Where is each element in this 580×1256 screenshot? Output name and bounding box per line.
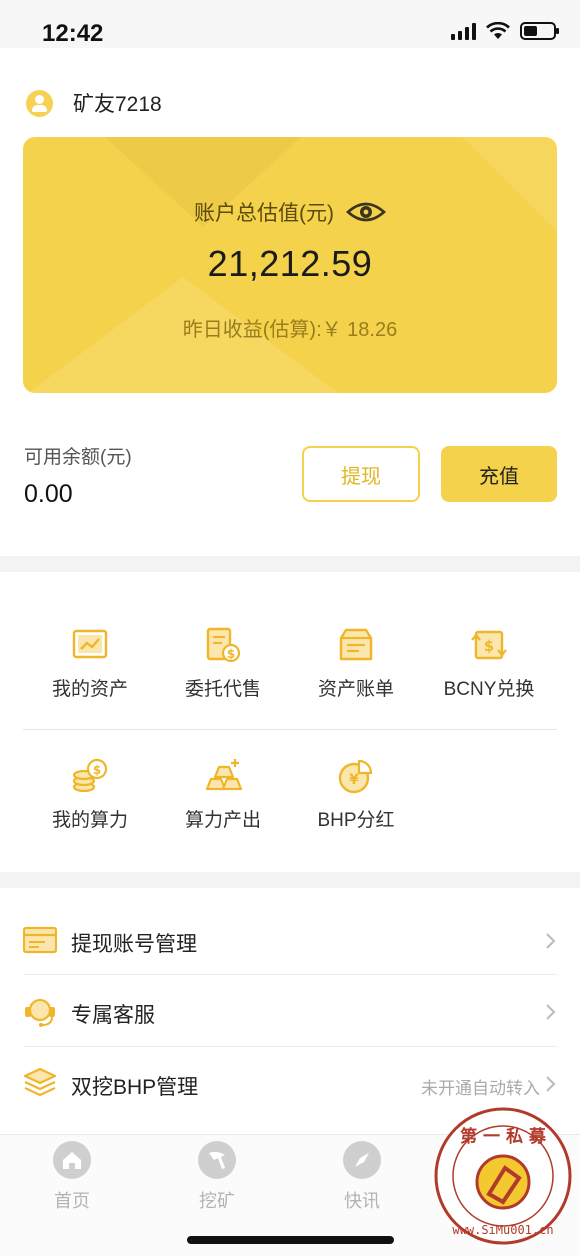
grid-item-my-assets[interactable]: 我的资产 [25, 626, 155, 701]
settings-list: 提现账号管理 专属客服 双挖BHP管理 未开通自动转入 [0, 888, 580, 1138]
svg-text:$: $ [93, 763, 101, 777]
headset-icon [25, 998, 55, 1027]
output-icon [205, 759, 242, 791]
asset-card: 账户总估值(元) 21,212.59 昨日收益(估算):￥ 18.26 [23, 137, 557, 393]
svg-text:$: $ [227, 647, 235, 661]
status-time: 12:42 [42, 20, 104, 47]
card-label-row: 账户总估值(元) [23, 197, 557, 227]
total-value-amount: 21,212.59 [207, 243, 373, 284]
svg-text:¥: ¥ [349, 772, 359, 788]
grid-item-label: 委托代售 [184, 679, 261, 700]
list-item-label: 双挖BHP管理 [71, 1076, 199, 1099]
tab-home[interactable]: 首页 [22, 1141, 122, 1213]
grid-item-bcny-exchange[interactable]: $ BCNY兑换 [424, 626, 554, 701]
chart-icon [72, 629, 108, 659]
chevron-right-icon [546, 1004, 556, 1020]
available-balance-label: 可用余额(元) [24, 447, 132, 468]
battery-icon [520, 22, 559, 40]
available-balance-value: 0.00 [24, 480, 73, 508]
home-icon [53, 1141, 91, 1179]
grid-item-hashpower-output[interactable]: 算力产出 [158, 757, 288, 832]
grid-item-asset-bill[interactable]: 资产账单 [291, 626, 421, 701]
list-item-withdraw-account[interactable]: 提现账号管理 [0, 904, 580, 976]
status-bar: 12:42 [0, 0, 580, 48]
card-icon [23, 926, 57, 954]
recharge-button[interactable]: 充值 [441, 446, 557, 502]
grid-item-my-hashpower[interactable]: $ 我的算力 [25, 757, 155, 832]
function-grid: 我的资产 $ 委托代售 资产账单 $ BCNY兑换 $ 我的算力 算力产出 ¥ … [0, 572, 580, 872]
user-row[interactable]: 矿友7218 [26, 88, 162, 118]
bill-icon [339, 628, 373, 661]
avatar-icon [26, 89, 53, 117]
withdraw-button[interactable]: 提现 [302, 446, 420, 502]
list-item-customer-service[interactable]: 专属客服 [0, 975, 580, 1047]
coins-icon: $ [72, 758, 108, 793]
grid-item-label: BCNY兑换 [443, 679, 535, 700]
chevron-right-icon [546, 933, 556, 949]
exchange-icon: $ [471, 630, 507, 660]
tab-label: 首页 [54, 1191, 90, 1211]
account-section: 矿友7218 账户总估值(元) 21,212.59 昨日收益(估算):￥ 18.… [0, 48, 580, 556]
svg-text:www.SiMu001.cn: www.SiMu001.cn [452, 1223, 553, 1237]
grid-item-label: 我的算力 [51, 810, 128, 831]
yesterday-earnings: 昨日收益(估算):￥ 18.26 [182, 319, 398, 341]
list-item-label: 提现账号管理 [71, 933, 197, 956]
grid-item-label: BHP分红 [317, 810, 395, 831]
grid-divider [23, 729, 557, 730]
grid-item-consign-sale[interactable]: $ 委托代售 [158, 626, 288, 701]
svg-text:第 一 私 募: 第 一 私 募 [460, 1126, 547, 1147]
pickaxe-icon [198, 1141, 236, 1179]
tab-label: 快讯 [344, 1191, 380, 1211]
total-value-label: 账户总估值(元) [194, 202, 334, 225]
grid-item-label: 算力产出 [184, 810, 261, 831]
compass-icon [343, 1141, 381, 1179]
tab-news[interactable]: 快讯 [312, 1141, 412, 1213]
wifi-icon [486, 22, 510, 39]
eye-icon[interactable] [346, 199, 386, 225]
grid-item-label: 资产账单 [317, 679, 394, 700]
signal-icon [451, 22, 476, 40]
yen-pie-icon: ¥ [338, 759, 373, 794]
list-item-label: 专属客服 [71, 1004, 155, 1027]
status-icons [451, 22, 559, 40]
chevron-right-icon [546, 1076, 556, 1092]
tab-mining[interactable]: 挖矿 [167, 1141, 267, 1213]
home-indicator [187, 1236, 394, 1244]
auto-transfer-status: 未开通自动转入 [421, 1079, 540, 1098]
grid-item-bhp-dividend[interactable]: ¥ BHP分红 [291, 757, 421, 832]
tab-label: 挖矿 [199, 1191, 235, 1211]
watermark-stamp: 第 一 私 募 www.SiMu001.cn [434, 1107, 572, 1245]
layers-icon [23, 1067, 57, 1097]
svg-text:$: $ [484, 637, 494, 655]
grid-item-label: 我的资产 [51, 679, 128, 700]
dollar-doc-icon: $ [206, 627, 241, 663]
username: 矿友7218 [73, 93, 162, 116]
